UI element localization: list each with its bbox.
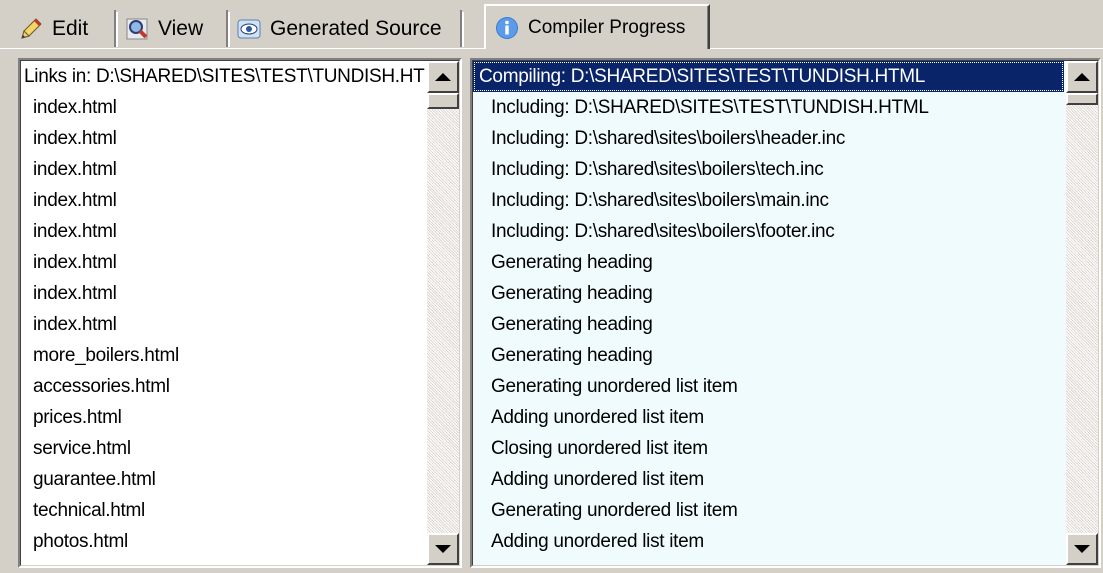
progress-item[interactable]: Generating unordered list item xyxy=(473,495,1064,526)
list-item[interactable]: index.html xyxy=(21,216,425,247)
progress-item[interactable]: Including: D:\SHARED\SITES\TEST\TUNDISH.… xyxy=(473,92,1064,123)
progress-item[interactable]: Including: D:\shared\sites\boilers\foote… xyxy=(473,216,1064,247)
list-item[interactable]: index.html xyxy=(21,123,425,154)
list-item[interactable]: accessories.html xyxy=(21,371,425,402)
scroll-thumb[interactable] xyxy=(1066,93,1098,105)
info-icon xyxy=(494,15,520,41)
progress-list: Compiling: D:\SHARED\SITES\TEST\TUNDISH.… xyxy=(473,61,1064,565)
list-item[interactable]: index.html xyxy=(21,278,425,309)
progress-item[interactable]: Closing unordered list item xyxy=(473,433,1064,464)
tab-compiler-progress-label: Compiler Progress xyxy=(528,16,686,38)
links-header: Links in: D:\SHARED\SITES\TEST\TUNDISH.H… xyxy=(24,66,425,87)
progress-item[interactable]: Generating heading xyxy=(473,340,1064,371)
arrow-up-icon xyxy=(1074,73,1090,81)
progress-item[interactable]: Adding unordered list item xyxy=(473,526,1064,557)
scroll-up-button[interactable] xyxy=(427,61,459,93)
list-item[interactable]: index.html xyxy=(21,92,425,123)
arrow-down-icon xyxy=(435,545,451,553)
progress-item[interactable]: Generating heading xyxy=(473,247,1064,278)
list-item[interactable]: index.html xyxy=(21,154,425,185)
progress-item[interactable]: Generating heading xyxy=(473,278,1064,309)
list-item[interactable]: technical.html xyxy=(21,495,425,526)
progress-scrollbar[interactable] xyxy=(1066,61,1098,565)
progress-item-selected[interactable]: Compiling: D:\SHARED\SITES\TEST\TUNDISH.… xyxy=(473,61,1064,92)
tab-bar: Edit View Generated Source Compiler Prog… xyxy=(0,0,1103,49)
links-scrollbar[interactable] xyxy=(427,61,459,565)
progress-listbox[interactable]: Compiling: D:\SHARED\SITES\TEST\TUNDISH.… xyxy=(470,58,1101,568)
list-item[interactable]: service.html xyxy=(21,433,425,464)
pencil-icon xyxy=(18,16,44,42)
tab-edit[interactable]: Edit xyxy=(18,10,118,47)
progress-item[interactable]: Including: D:\shared\sites\boilers\main.… xyxy=(473,185,1064,216)
magnifier-icon xyxy=(124,16,150,42)
progress-item[interactable]: Generating unordered list item xyxy=(473,371,1064,402)
eye-icon xyxy=(236,16,262,42)
tab-view[interactable]: View xyxy=(124,10,230,47)
progress-item[interactable]: Adding unordered list item xyxy=(473,464,1064,495)
tab-generated-source[interactable]: Generated Source xyxy=(236,10,464,47)
scroll-down-button[interactable] xyxy=(1066,533,1098,565)
list-item[interactable]: photos.html xyxy=(21,526,425,557)
list-item[interactable]: index.html xyxy=(21,247,425,278)
progress-item[interactable]: Adding unordered list item xyxy=(473,402,1064,433)
links-listbox-inner: Links in: D:\SHARED\SITES\TEST\TUNDISH.H… xyxy=(20,60,460,566)
scroll-up-button[interactable] xyxy=(1066,61,1098,93)
progress-item[interactable]: Including: D:\shared\sites\boilers\tech.… xyxy=(473,154,1064,185)
list-item[interactable]: guarantee.html xyxy=(21,464,425,495)
list-item[interactable]: more_boilers.html xyxy=(21,340,425,371)
list-item[interactable]: index.html xyxy=(21,185,425,216)
tab-compiler-progress[interactable]: Compiler Progress xyxy=(484,4,710,49)
scroll-down-button[interactable] xyxy=(427,533,459,565)
progress-item[interactable]: Generating heading xyxy=(473,309,1064,340)
arrow-down-icon xyxy=(1074,545,1090,553)
list-item[interactable]: prices.html xyxy=(21,402,425,433)
arrow-up-icon xyxy=(435,73,451,81)
list-item[interactable]: index.html xyxy=(21,309,425,340)
tab-view-label: View xyxy=(158,16,204,40)
tab-edit-label: Edit xyxy=(52,16,89,40)
scroll-thumb[interactable] xyxy=(427,93,459,109)
links-listbox[interactable]: Links in: D:\SHARED\SITES\TEST\TUNDISH.H… xyxy=(18,58,462,568)
tab-generated-source-label: Generated Source xyxy=(270,16,442,40)
progress-listbox-inner: Compiling: D:\SHARED\SITES\TEST\TUNDISH.… xyxy=(472,60,1099,566)
progress-item[interactable]: Including: D:\shared\sites\boilers\heade… xyxy=(473,123,1064,154)
links-list: Links in: D:\SHARED\SITES\TEST\TUNDISH.H… xyxy=(21,61,425,565)
